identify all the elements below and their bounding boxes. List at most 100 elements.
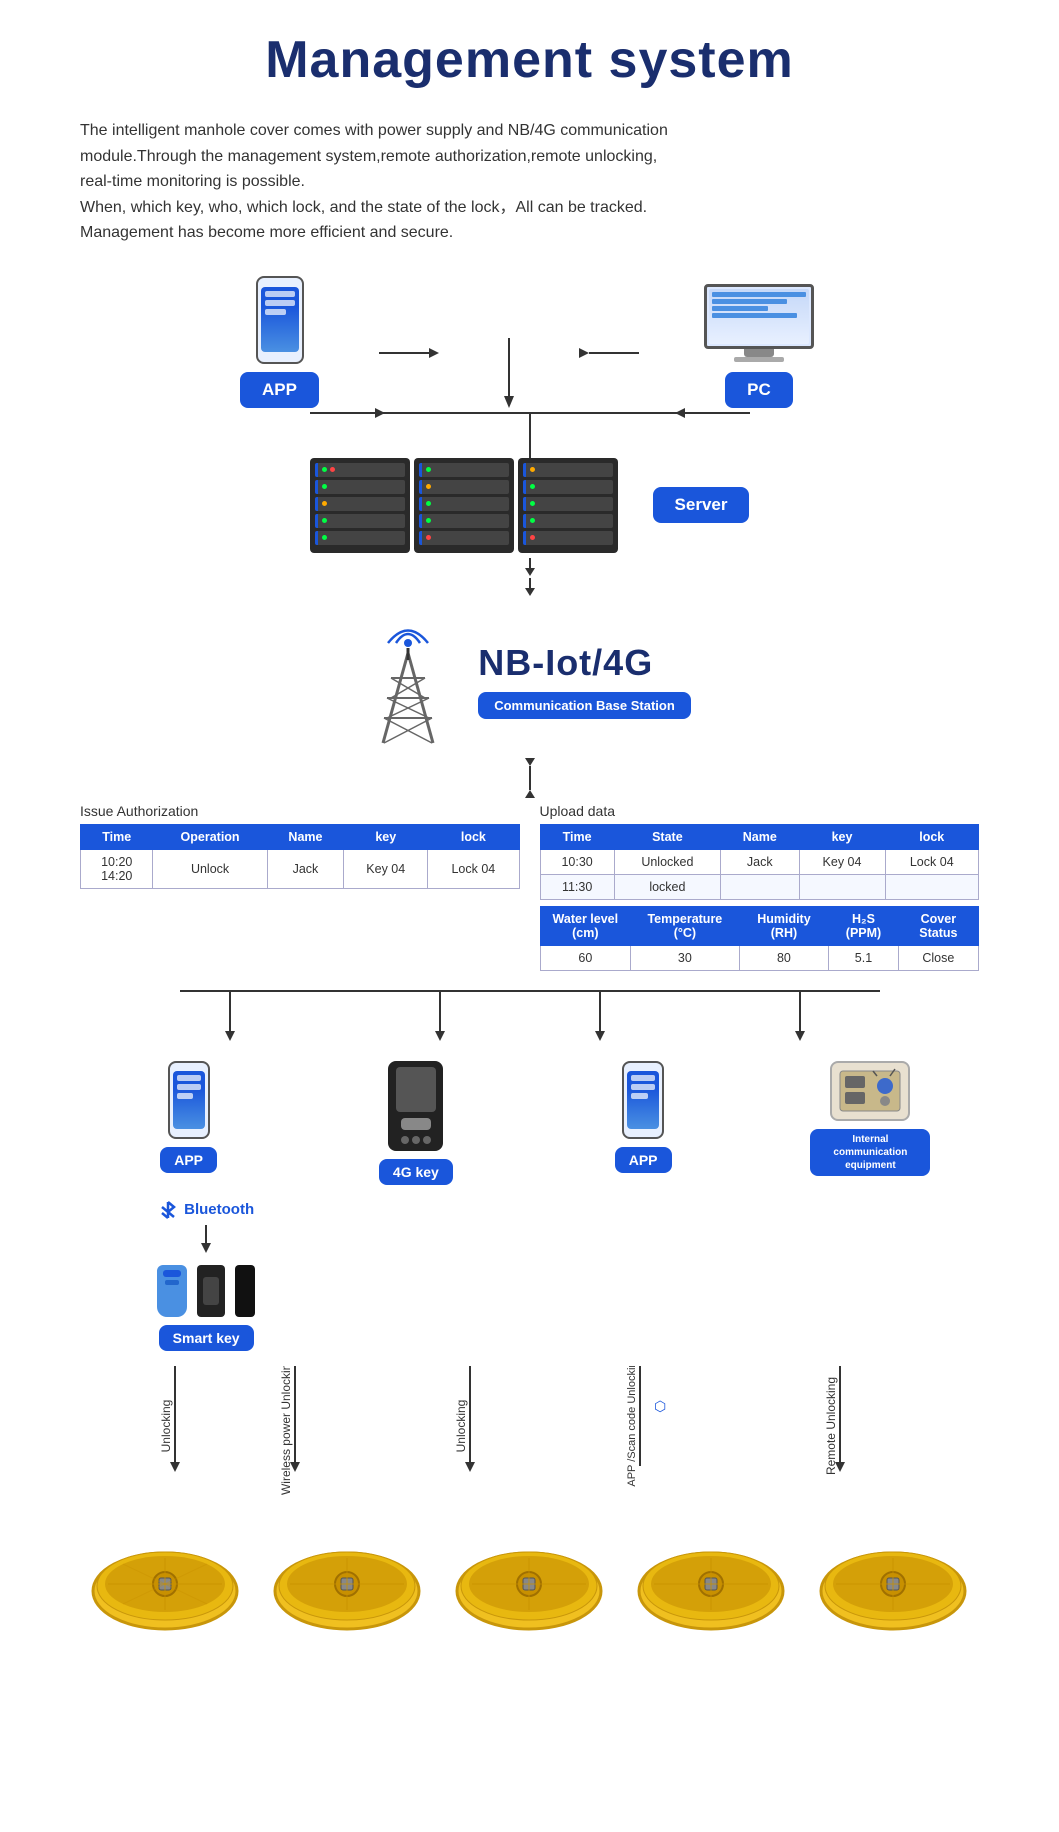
upload-env-row: 60 30 80 5.1 Close — [540, 945, 979, 970]
upload-col-temp: Temperature (°C) — [631, 906, 739, 945]
upload-col-state: State — [614, 824, 720, 849]
upload-cell-state2: locked — [614, 874, 720, 899]
nb-iot-label: NB-Iot/4G — [478, 642, 653, 684]
manhole-4 — [634, 1536, 789, 1641]
bt-arrow-down — [196, 1225, 216, 1255]
bidir-arrow — [510, 758, 550, 798]
upload-col-key: key — [799, 824, 885, 849]
upload-cell-name2 — [721, 874, 799, 899]
server-to-tower-arrow — [510, 558, 550, 608]
upload-col-humidity: Humidity (RH) — [739, 906, 829, 945]
issue-table-section: Issue Authorization Time Operation Name … — [80, 803, 520, 971]
upload-col-name: Name — [721, 824, 799, 849]
t-junction — [499, 338, 519, 368]
upload-data-table-1: Time State Name key lock 10:30 Unlocked … — [540, 824, 980, 900]
server-rack-2 — [414, 458, 514, 553]
page-title: Management system — [80, 30, 979, 90]
comm-base-badge: Communication Base Station — [478, 692, 691, 719]
upload-cell-time2: 11:30 — [540, 874, 614, 899]
key-card-black1 — [197, 1265, 225, 1317]
upload-cell-h2s: 5.1 — [829, 945, 898, 970]
device-app: APP — [80, 1061, 297, 1173]
issue-authorization-table: Time Operation Name key lock 10:2014:20 … — [80, 824, 520, 889]
svg-text:Remote Unlocking: Remote Unlocking — [824, 1377, 838, 1475]
issue-col-name: Name — [267, 824, 344, 849]
upload-cell-humidity: 80 — [739, 945, 829, 970]
manhole-2 — [270, 1536, 425, 1641]
description: The intelligent manhole cover comes with… — [80, 118, 979, 246]
device-app3: APP — [535, 1061, 752, 1173]
key-4g-icon — [388, 1061, 443, 1151]
svg-text:Unlocking: Unlocking — [454, 1400, 468, 1453]
arrow-center-to-monitor — [579, 343, 639, 363]
device-4g-badge: 4G key — [379, 1159, 453, 1185]
manhole-3 — [452, 1536, 607, 1641]
server-rack-3 — [518, 458, 618, 553]
upload-cell-state1: Unlocked — [614, 849, 720, 874]
issue-cell-time: 10:2014:20 — [81, 849, 153, 888]
key-fob-blue — [157, 1265, 187, 1317]
upload-col-water: Water level (cm) — [540, 906, 631, 945]
issue-col-time: Time — [81, 824, 153, 849]
server-badge: Server — [653, 487, 750, 523]
bottom-connection-lines — [100, 981, 960, 1041]
phone-icon — [256, 276, 304, 364]
page-container: Management system The intelligent manhol… — [0, 0, 1059, 1681]
upload-table-title: Upload data — [540, 803, 980, 819]
upload-cell-temp: 30 — [631, 945, 739, 970]
upload-cell-name1: Jack — [721, 849, 799, 874]
desc-line1: The intelligent manhole cover comes with… — [80, 118, 979, 144]
upload-cell-time1: 10:30 — [540, 849, 614, 874]
desc-line2: module.Through the management system,rem… — [80, 144, 979, 170]
svg-text:APP /Scan code Unlocking: APP /Scan code Unlocking — [626, 1366, 638, 1487]
upload-data-table-2: Water level (cm) Temperature (°C) Humidi… — [540, 906, 980, 971]
upload-col-cover: Cover Status — [898, 906, 978, 945]
smart-keys-row — [157, 1265, 255, 1317]
bluetooth-icon — [158, 1200, 178, 1220]
device-app-badge: APP — [160, 1147, 217, 1173]
monitor-icon — [699, 284, 819, 364]
device-app3-badge: APP — [615, 1147, 672, 1173]
issue-cell-name: Jack — [267, 849, 344, 888]
issue-cell-op: Unlock — [153, 849, 267, 888]
issue-col-key: key — [344, 824, 428, 849]
upload-cell-cover: Close — [898, 945, 978, 970]
upload-col-time: Time — [540, 824, 614, 849]
upload-table-section: Upload data Time State Name key lock — [540, 803, 980, 971]
upload-row-2: 11:30 locked — [540, 874, 979, 899]
upload-cell-lock1: Lock 04 — [885, 849, 979, 874]
issue-row-1: 10:2014:20 Unlock Jack Key 04 Lock 04 — [81, 849, 520, 888]
upload-cell-water: 60 — [540, 945, 631, 970]
key-card-black2 — [235, 1265, 255, 1317]
upload-col-lock: lock — [885, 824, 979, 849]
upload-cell-lock2 — [885, 874, 979, 899]
vertical-connection-lines: Unlocking Wireless power Unlocking Unloc… — [80, 1366, 980, 1506]
upload-row-1: 10:30 Unlocked Jack Key 04 Lock 04 — [540, 849, 979, 874]
issue-col-lock: lock — [428, 824, 519, 849]
desc-line3: real-time monitoring is possible. — [80, 169, 979, 195]
device-phone-icon — [168, 1061, 210, 1139]
svg-text:⬡: ⬡ — [654, 1398, 666, 1414]
issue-cell-lock: Lock 04 — [428, 849, 519, 888]
upload-col-h2s: H₂S (PPM) — [829, 906, 898, 945]
device-internal: Internal communication equipment — [762, 1061, 979, 1176]
manhole-1 — [88, 1536, 243, 1641]
issue-col-operation: Operation — [153, 824, 267, 849]
device-4g-key: 4G key — [307, 1061, 524, 1185]
svg-text:Wireless power Unlocking: Wireless power Unlocking — [279, 1366, 293, 1495]
svg-text:Unlocking: Unlocking — [159, 1400, 173, 1453]
desc-line4: When, which key, who, which lock, and th… — [80, 195, 979, 221]
issue-cell-key: Key 04 — [344, 849, 428, 888]
devices-row: APP 4G key — [80, 1061, 979, 1185]
smart-key-badge: Smart key — [159, 1325, 254, 1351]
top-connections — [180, 388, 880, 468]
manholes-row — [80, 1536, 979, 1641]
device-internal-badge: Internal communication equipment — [810, 1129, 930, 1176]
server-rack-1 — [310, 458, 410, 553]
upload-cell-key2 — [799, 874, 885, 899]
device-phone3-icon — [622, 1061, 664, 1139]
tables-row: Issue Authorization Time Operation Name … — [80, 803, 979, 971]
arrow-app-to-center — [379, 343, 439, 363]
issue-table-title: Issue Authorization — [80, 803, 520, 819]
tower-icon — [368, 613, 448, 748]
